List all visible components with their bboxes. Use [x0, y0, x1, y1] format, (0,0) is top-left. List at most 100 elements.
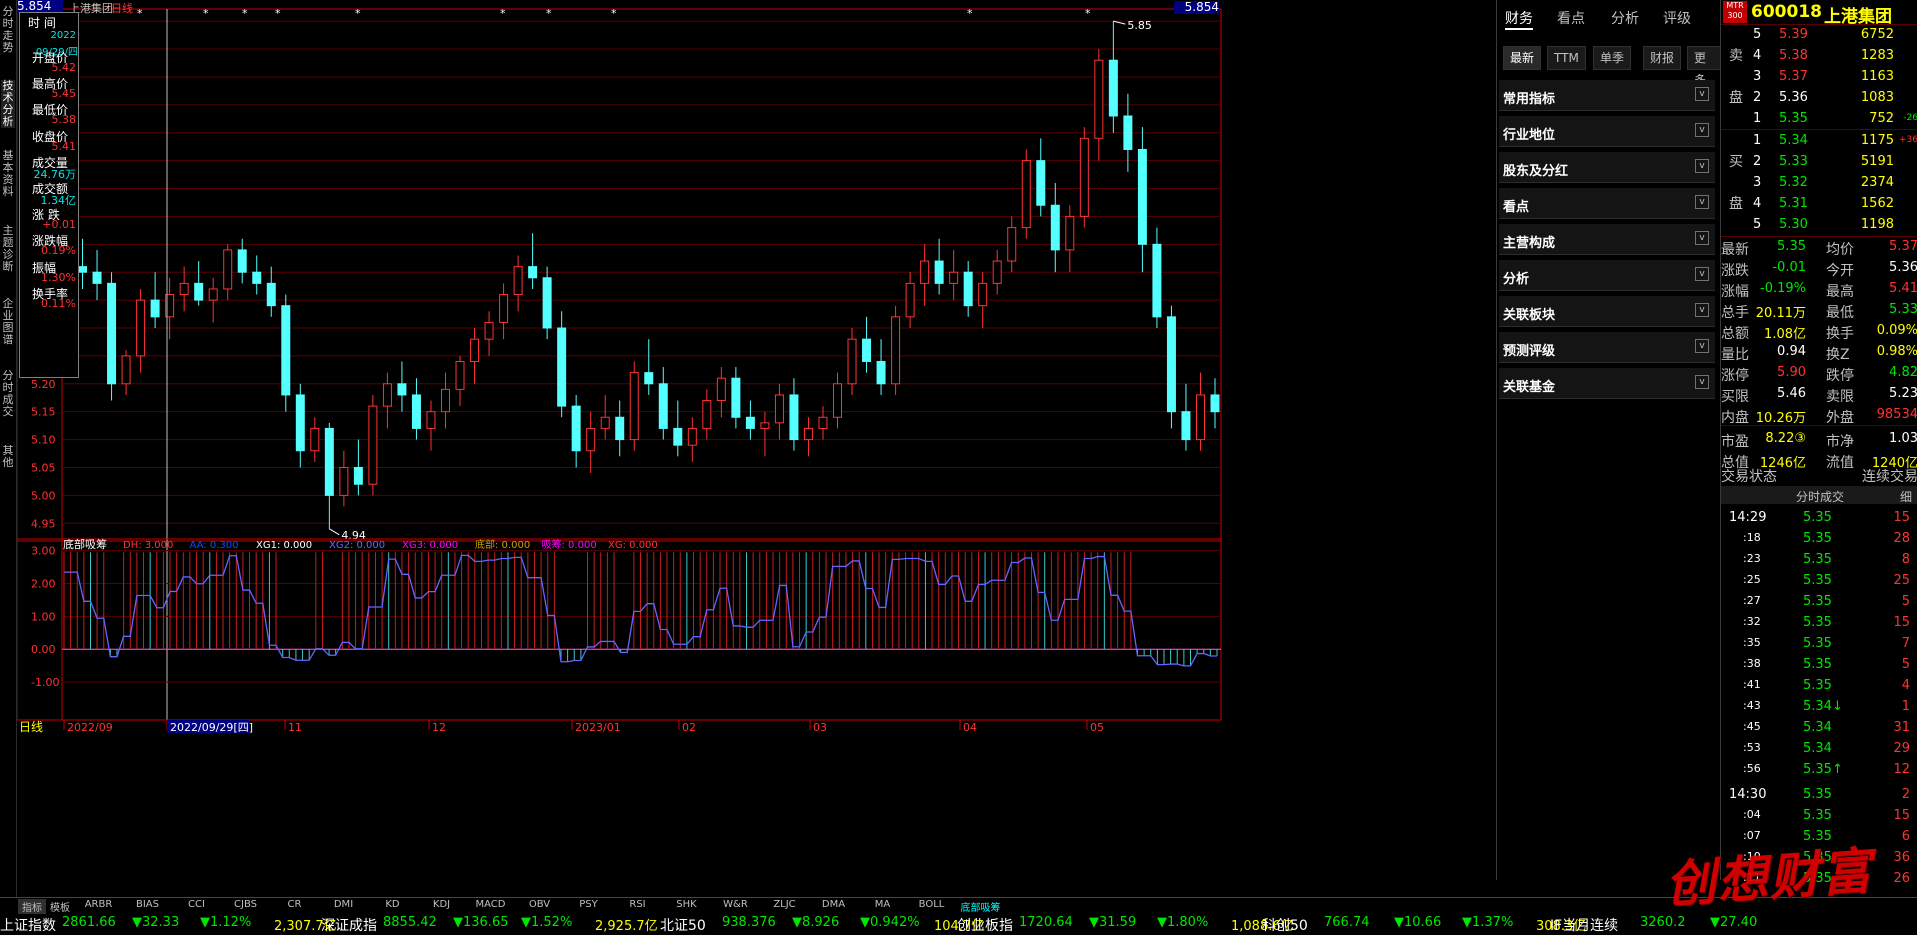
orderbook-row[interactable]: 2 5.33 5191 — [1721, 152, 1917, 172]
kline-chart[interactable]: 5.305.255.205.155.105.055.004.955.854.94… — [17, 0, 1495, 880]
indicator-tab-15[interactable]: W&R — [711, 899, 760, 910]
section-0[interactable]: 常用指标 v — [1499, 80, 1715, 111]
indicator-tab-0[interactable]: 指标 — [18, 899, 46, 914]
ticker-name[interactable]: 创业板指 — [957, 915, 1013, 935]
ticker-name[interactable]: IF当月连续 — [1550, 915, 1618, 935]
orderbook-row[interactable]: 1 5.34 1175 +36 — [1721, 131, 1917, 151]
section-4[interactable]: 主营构成 v — [1499, 224, 1715, 255]
indicator-tab-2[interactable]: ARBR — [74, 899, 123, 910]
panel-tab-2[interactable]: 分析 — [1611, 8, 1639, 28]
indicator-tab-19[interactable]: BOLL — [907, 899, 956, 910]
panel-tab-0[interactable]: 财务 — [1505, 8, 1533, 30]
tick-volume: 4 — [1901, 678, 1910, 693]
ticker-value: 766.74 — [1324, 915, 1370, 930]
left-tab-3[interactable]: 主题诊断 — [1, 225, 15, 273]
indicator-tab-3[interactable]: BIAS — [123, 899, 172, 910]
section-5[interactable]: 分析 v — [1499, 260, 1715, 291]
section-3[interactable]: 看点 v — [1499, 188, 1715, 219]
orderbook-row[interactable]: 5 5.30 1198 — [1721, 215, 1917, 235]
section-8[interactable]: 关联基金 v — [1499, 368, 1715, 399]
tick-row: :25 5.35 25 — [1721, 571, 1917, 591]
chevron-down-icon[interactable]: v — [1695, 267, 1709, 281]
section-1[interactable]: 行业地位 v — [1499, 116, 1715, 147]
candle-body — [1065, 215, 1075, 251]
chevron-down-icon[interactable]: v — [1695, 159, 1709, 173]
indicator-axis-label: -1.00 — [31, 676, 59, 689]
stat-label: 量比 — [1721, 347, 1749, 363]
panel-button-4[interactable]: 更多 — [1687, 46, 1721, 87]
orderbook-row[interactable]: 3 5.37 1163 — [1721, 67, 1917, 87]
orderbook-row[interactable]: 4 5.38 1283 — [1721, 46, 1917, 66]
info-title: 时 间 — [28, 16, 56, 30]
indicator-tab-9[interactable]: KDJ — [417, 899, 466, 910]
stat-row: 市盈 8.22③ 市净 1.03 — [1721, 429, 1917, 450]
orderbook-row[interactable]: 3 5.32 2374 — [1721, 173, 1917, 193]
indicator-tab-7[interactable]: DMI — [319, 899, 368, 910]
indicator-tab-18[interactable]: MA — [858, 899, 907, 910]
ticker-name[interactable]: 北证50 — [660, 915, 706, 935]
chevron-down-icon[interactable]: v — [1695, 195, 1709, 209]
ticker-name[interactable]: 上证指数 — [0, 915, 56, 935]
indicator-tab-5[interactable]: CJBS — [221, 899, 270, 910]
orderbook-row[interactable]: 1 5.35 752 -26 — [1721, 109, 1917, 129]
panel-tab-1[interactable]: 看点 — [1557, 8, 1585, 28]
ticker-name[interactable]: 深证成指 — [321, 915, 377, 935]
indicator-tab-14[interactable]: SHK — [662, 899, 711, 910]
chevron-down-icon[interactable]: v — [1695, 123, 1709, 137]
tick-time: :18 — [1743, 531, 1761, 544]
ticker-name[interactable]: 科创50 — [1262, 915, 1308, 935]
ticker-pct: ▼1.37% — [1462, 915, 1514, 930]
x-axis-label: 2023/01 — [575, 721, 621, 734]
ticker-change: ▼10.66 — [1394, 915, 1442, 930]
tick-volume: 12 — [1893, 762, 1910, 777]
section-7[interactable]: 预测评级 v — [1499, 332, 1715, 363]
indicator-tab-12[interactable]: PSY — [564, 899, 613, 910]
indicator-tab-10[interactable]: MACD — [466, 899, 515, 910]
left-tab-5[interactable]: 分时成交 — [1, 370, 15, 418]
chevron-down-icon[interactable]: v — [1695, 303, 1709, 317]
indicator-tab-16[interactable]: ZLJC — [760, 899, 809, 910]
tick-price: 5.35 — [1803, 552, 1832, 567]
left-tab-1[interactable]: 技术分析 — [1, 80, 15, 128]
indicator-tab-1[interactable]: 模板 — [46, 899, 74, 914]
orderbook-row[interactable]: 4 5.31 1562 — [1721, 194, 1917, 214]
panel-button-3[interactable]: 财报 — [1643, 46, 1682, 70]
section-2[interactable]: 股东及分红 v — [1499, 152, 1715, 183]
candle-body — [557, 327, 567, 407]
panel-button-1[interactable]: TTM — [1547, 46, 1586, 70]
chevron-down-icon[interactable]: v — [1695, 375, 1709, 389]
panel-tab-3[interactable]: 评级 — [1663, 8, 1691, 28]
orderbook-row[interactable]: 2 5.36 1083 — [1721, 88, 1917, 108]
level: 1 — [1753, 133, 1762, 148]
tick-row: :53 5.34 29 — [1721, 739, 1917, 759]
indicator-tab-11[interactable]: OBV — [515, 899, 564, 910]
left-tab-0[interactable]: 分时走势 — [1, 6, 15, 54]
indicator-tab-4[interactable]: CCI — [172, 899, 221, 910]
left-tab-6[interactable]: 其他 — [1, 445, 15, 469]
event-star-marker: * — [967, 7, 973, 20]
orderbook-row[interactable]: 5 5.39 6752 — [1721, 25, 1917, 45]
tick-price: 5.35 — [1803, 615, 1832, 630]
chevron-down-icon[interactable]: v — [1695, 87, 1709, 101]
indicator-axis-label: 0.00 — [31, 643, 56, 656]
indicator-tab-13[interactable]: RSI — [613, 899, 662, 910]
tick-time: :35 — [1743, 636, 1761, 649]
ticks-more-button[interactable]: 细 — [1900, 488, 1912, 505]
indicator-tab-20[interactable]: 底部吸筹 — [956, 899, 1005, 914]
kline-chart-area[interactable]: 5.305.255.205.155.105.055.004.955.854.94… — [17, 0, 1495, 880]
chevron-down-icon[interactable]: v — [1695, 339, 1709, 353]
ticker-pct: ▼0.942% — [860, 915, 920, 930]
volume: 1562 — [1860, 196, 1894, 211]
tick-time: :04 — [1743, 808, 1761, 821]
section-6[interactable]: 关联板块 v — [1499, 296, 1715, 327]
left-tab-2[interactable]: 基本资料 — [1, 150, 15, 198]
left-tab-4[interactable]: 企业图谱 — [1, 298, 15, 346]
price-axis-label: 4.95 — [31, 517, 56, 530]
indicator-tab-6[interactable]: CR — [270, 899, 319, 910]
section-title: 常用指标 — [1503, 92, 1556, 107]
indicator-tab-17[interactable]: DMA — [809, 899, 858, 910]
panel-button-0[interactable]: 最新 — [1503, 46, 1542, 70]
panel-button-2[interactable]: 单季 — [1593, 46, 1632, 70]
indicator-tab-8[interactable]: KD — [368, 899, 417, 910]
chevron-down-icon[interactable]: v — [1695, 231, 1709, 245]
